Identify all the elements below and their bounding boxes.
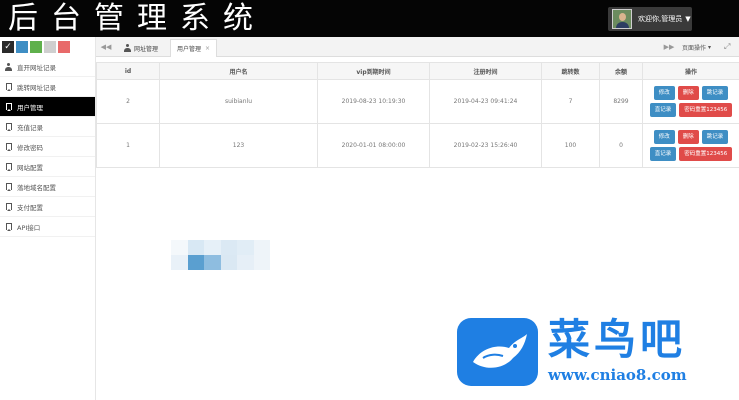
cell-vip-expire: 2019-08-23 10:19:30 [317, 79, 430, 124]
sidebar-item-direct-url-log[interactable]: 直开网址记录 [0, 57, 95, 77]
tab-scroll-right-icon[interactable]: ▶▶ [659, 37, 679, 57]
page-actions-label: 页面操作 [682, 44, 707, 52]
bird-icon [473, 334, 527, 368]
theme-swatch-dark[interactable]: ✓ [2, 41, 14, 53]
cell-actions: 修改 删除 跳记录 直记录 密码重置123456 [642, 123, 739, 168]
caret-down-icon: ▾ [708, 43, 712, 51]
column-header: 注册时间 [429, 62, 542, 80]
column-header: vip到期时间 [317, 62, 430, 80]
bookmark-icon [5, 163, 12, 171]
bookmark-icon [5, 143, 12, 151]
cell-register-time: 2019-04-23 09:41:24 [429, 79, 542, 124]
tab-user-management[interactable]: 用户管理 × [170, 39, 218, 57]
theme-switcher: ✓ [0, 37, 95, 57]
sidebar-item-change-password[interactable]: 修改密码 [0, 137, 95, 157]
cell-balance: 0 [599, 123, 643, 168]
sidebar-item-landing-domain-config[interactable]: 落地域名配置 [0, 177, 95, 197]
table-row: 2 suibianlu 2019-08-23 10:19:30 2019-04-… [96, 79, 739, 124]
sidebar-item-label: 充值记录 [17, 123, 43, 132]
user-icon [5, 62, 12, 71]
bookmark-icon [5, 183, 12, 191]
jump-log-button[interactable]: 跳记录 [701, 130, 729, 144]
theme-swatch-red[interactable] [58, 41, 70, 53]
cell-jump-count: 7 [541, 79, 600, 124]
bookmark-icon [5, 123, 12, 131]
tabs-bar: ◀◀ 网址管理 用户管理 × ▶▶ 页面操作 ▾ ⤢ [96, 37, 739, 57]
check-icon: ✓ [4, 42, 12, 52]
fullscreen-icon[interactable]: ⤢ [724, 37, 730, 57]
column-header: 余额 [599, 62, 643, 80]
sidebar-item-label: 直开网址记录 [17, 63, 56, 72]
sidebar-item-label: 网站配置 [17, 163, 43, 172]
tab-scroll-left-icon[interactable]: ◀◀ [96, 37, 116, 57]
page-actions-dropdown[interactable]: 页面操作 ▾ [682, 37, 711, 57]
cell-balance: 8299 [599, 79, 643, 124]
sidebar-item-label: 落地域名配置 [17, 183, 56, 192]
watermark-bird-logo [457, 318, 538, 386]
delete-button[interactable]: 删除 [677, 86, 699, 100]
tab-url-management[interactable]: 网址管理 [118, 39, 164, 57]
bookmark-icon [5, 83, 12, 91]
column-header: 跳转数 [541, 62, 600, 80]
tab-label: 用户管理 [177, 46, 202, 53]
jump-log-button[interactable]: 跳记录 [701, 86, 729, 100]
user-table: id 用户名 vip到期时间 注册时间 跳转数 余额 操作 2 suibianl… [96, 62, 739, 168]
sidebar-item-api[interactable]: API接口 [0, 217, 95, 237]
user-greeting: 欢迎你,管理员 [638, 15, 683, 23]
direct-log-button[interactable]: 直记录 [649, 103, 677, 117]
caret-down-icon: ▼ [685, 15, 691, 23]
sidebar: ✓ 直开网址记录 跳转网址记录 用户管理 充值记录 修改密码 网站配置 落地域名… [0, 37, 96, 400]
cell-id: 2 [96, 79, 160, 124]
table-row: 1 123 2020-01-01 08:00:00 2019-02-23 15:… [96, 123, 739, 168]
sidebar-item-label: 用户管理 [17, 103, 43, 112]
direct-log-button[interactable]: 直记录 [649, 147, 677, 161]
user-icon [124, 44, 131, 52]
sidebar-item-label: 支付配置 [17, 203, 43, 212]
cell-id: 1 [96, 123, 160, 168]
cell-jump-count: 100 [541, 123, 600, 168]
theme-swatch-gray[interactable] [44, 41, 56, 53]
tab-label: 网址管理 [134, 45, 159, 53]
avatar [612, 9, 632, 29]
column-header: id [96, 62, 160, 80]
cell-register-time: 2019-02-23 15:26:40 [429, 123, 542, 168]
cell-username: 123 [159, 123, 318, 168]
cell-vip-expire: 2020-01-01 08:00:00 [317, 123, 430, 168]
watermark-title: 菜鸟吧 [548, 315, 687, 364]
sidebar-item-site-config[interactable]: 网站配置 [0, 157, 95, 177]
blurred-mosaic [171, 240, 270, 270]
delete-button[interactable]: 删除 [677, 130, 699, 144]
edit-button[interactable]: 修改 [653, 86, 675, 100]
sidebar-item-recharge-log[interactable]: 充值记录 [0, 117, 95, 137]
column-header: 用户名 [159, 62, 318, 80]
sidebar-item-jump-url-log[interactable]: 跳转网址记录 [0, 77, 95, 97]
edit-button[interactable]: 修改 [653, 130, 675, 144]
sidebar-item-label: 修改密码 [17, 143, 43, 152]
reset-password-button[interactable]: 密码重置123456 [679, 147, 733, 161]
sidebar-item-payment-config[interactable]: 支付配置 [0, 197, 95, 217]
bookmark-icon [5, 223, 12, 231]
reset-password-button[interactable]: 密码重置123456 [679, 103, 733, 117]
cell-username: suibianlu [159, 79, 318, 124]
close-icon[interactable]: × [205, 45, 210, 52]
sidebar-item-label: API接口 [17, 223, 41, 232]
sidebar-item-user-management[interactable]: 用户管理 [0, 97, 95, 117]
column-header: 操作 [642, 62, 739, 80]
bookmark-icon [5, 203, 12, 211]
watermark-url: www.cniao8.com [548, 366, 687, 384]
theme-swatch-blue[interactable] [16, 41, 28, 53]
top-header: 后台管理系统 欢迎你,管理员 ▼ [0, 0, 739, 37]
app-title: 后台管理系统 [8, 1, 266, 36]
user-menu[interactable]: 欢迎你,管理员 ▼ [608, 7, 692, 31]
table-header-row: id 用户名 vip到期时间 注册时间 跳转数 余额 操作 [96, 62, 739, 80]
cell-actions: 修改 删除 跳记录 直记录 密码重置123456 [642, 79, 739, 124]
theme-swatch-green[interactable] [30, 41, 42, 53]
bookmark-icon [5, 103, 12, 111]
sidebar-item-label: 跳转网址记录 [17, 83, 56, 92]
